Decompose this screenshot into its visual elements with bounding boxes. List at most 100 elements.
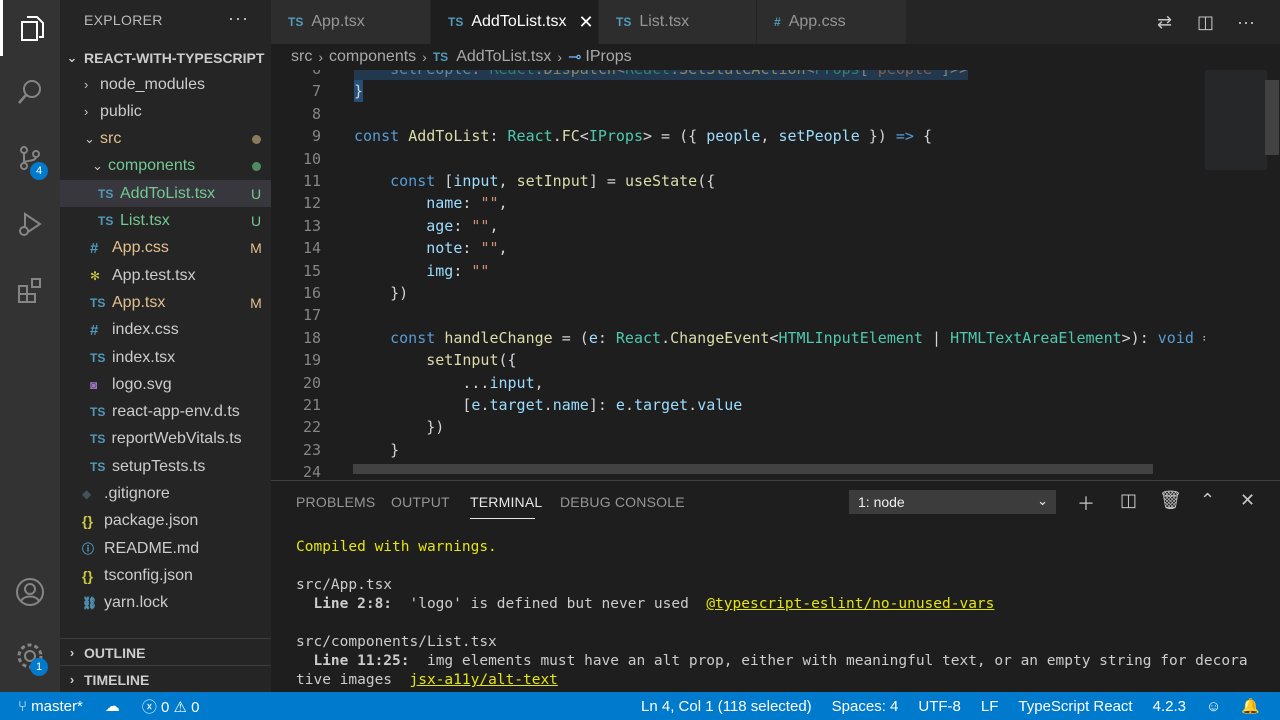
- search-icon[interactable]: [0, 64, 60, 120]
- tree-item-readme-md[interactable]: ⓘ README.md: [60, 535, 271, 562]
- code-line[interactable]: 8: [271, 103, 1205, 125]
- tab-addtolist-tsx[interactable]: TS AddToList.tsx ✕: [431, 0, 599, 44]
- terminal-select[interactable]: 1: node ⌄: [849, 490, 1056, 514]
- split-terminal-icon[interactable]: ◫: [1120, 490, 1137, 511]
- code-line[interactable]: 23 }: [271, 439, 1205, 461]
- tree-item-src[interactable]: ⌄ src: [60, 126, 271, 153]
- close-icon[interactable]: ✕: [579, 12, 594, 33]
- open-changes-icon[interactable]: ⇄: [1157, 12, 1172, 33]
- tab-terminal[interactable]: TERMINAL: [470, 494, 542, 510]
- tree-item-label: index.tsx: [112, 348, 176, 366]
- breadcrumb-item[interactable]: IProps: [585, 48, 631, 66]
- new-terminal-icon[interactable]: ＋: [1077, 490, 1095, 516]
- end-of-line[interactable]: LF: [981, 698, 999, 715]
- ts-file-icon: TS: [90, 405, 106, 420]
- code-line[interactable]: 15 img: "": [271, 260, 1205, 282]
- cursor-position[interactable]: Ln 4, Col 1 (118 selected): [641, 698, 812, 715]
- language-mode[interactable]: TypeScript React: [1018, 698, 1132, 715]
- code-line[interactable]: 18 const handleChange = (e: React.Change…: [271, 327, 1205, 349]
- code-line[interactable]: 20 ...input,: [271, 372, 1205, 394]
- settings-gear-icon[interactable]: 1: [0, 628, 60, 684]
- timeline-section[interactable]: › TIMELINE: [60, 665, 271, 693]
- breadcrumb-item[interactable]: src: [291, 48, 312, 66]
- eslint-rule-link[interactable]: @typescript-eslint/no-unused-vars: [706, 596, 994, 612]
- tree-item-yarn-lock[interactable]: ⛓ yarn.lock: [60, 590, 271, 617]
- tree-item-label: package.json: [104, 512, 199, 530]
- ts-version[interactable]: 4.2.3: [1153, 698, 1186, 715]
- indentation[interactable]: Spaces: 4: [832, 698, 899, 715]
- encoding[interactable]: UTF-8: [918, 698, 961, 715]
- trash-icon[interactable]: 🗑: [1159, 490, 1182, 511]
- feedback-icon[interactable]: ☺: [1206, 698, 1221, 715]
- code-line[interactable]: 13 age: "",: [271, 215, 1205, 237]
- tab-app-tsx[interactable]: TS App.tsx: [271, 0, 431, 44]
- more-actions-icon[interactable]: ···: [228, 8, 249, 29]
- terminal-line: Compiled with warnings.: [296, 538, 497, 557]
- tab-debug-console[interactable]: DEBUG CONSOLE: [560, 494, 685, 510]
- code-line[interactable]: 16 }): [271, 282, 1205, 304]
- outline-section[interactable]: › OUTLINE: [60, 638, 271, 666]
- tree-item-package-json[interactable]: {} package.json: [60, 508, 271, 535]
- horizontal-scrollbar[interactable]: [353, 464, 1153, 474]
- code-line[interactable]: 19 setInput({: [271, 349, 1205, 371]
- workspace-root[interactable]: ⌄ REACT-WITH-TYPESCRIPT: [60, 44, 271, 71]
- tree-item-app-tsx[interactable]: TS App.tsx M: [60, 289, 271, 316]
- tree-item-setuptests-ts[interactable]: TS setupTests.ts: [60, 453, 271, 480]
- tree-item-react-app-env-d-ts[interactable]: TS react-app-env.d.ts: [60, 399, 271, 426]
- code-line[interactable]: 11 const [input, setInput] = useState({: [271, 170, 1205, 192]
- notifications-bell-icon[interactable]: 🔔: [1241, 697, 1260, 715]
- close-panel-icon[interactable]: ✕: [1240, 490, 1255, 511]
- code-line[interactable]: 21 [e.target.name]: e.target.value: [271, 394, 1205, 416]
- tree-item-tsconfig-json[interactable]: {} tsconfig.json: [60, 562, 271, 589]
- extensions-icon[interactable]: [0, 262, 60, 318]
- tree-item-index-tsx[interactable]: TS index.tsx: [60, 344, 271, 371]
- tab-problems[interactable]: PROBLEMS: [296, 494, 375, 510]
- tab-list-tsx[interactable]: TS List.tsx: [599, 0, 757, 44]
- code-line[interactable]: 17: [271, 304, 1205, 326]
- status-bar: ⑂ master* ☁ ⓧ 0 ⚠ 0 Ln 4, Col 1 (118 sel…: [0, 692, 1280, 720]
- code-editor[interactable]: 6 setPeople: React.Dispatch<React.SetSta…: [271, 70, 1205, 480]
- run-debug-icon[interactable]: [0, 196, 60, 252]
- maximize-panel-icon[interactable]: ⌃: [1200, 490, 1215, 511]
- tree-item-addtolist-tsx[interactable]: TS AddToList.tsx U: [60, 180, 271, 208]
- tree-item-label: AddToList.tsx: [120, 184, 216, 202]
- tab-app-css[interactable]: # App.css: [757, 0, 907, 44]
- source-control-icon[interactable]: 4: [0, 130, 60, 186]
- tree-item-app-css[interactable]: # App.css M: [60, 235, 271, 262]
- code-line[interactable]: 9 const AddToList: React.FC<IProps> = ({ …: [271, 125, 1205, 147]
- more-actions-icon[interactable]: ···: [1237, 12, 1255, 33]
- tree-item-logo-svg[interactable]: ◙ logo.svg: [60, 371, 271, 398]
- vertical-scrollbar[interactable]: [1265, 80, 1279, 155]
- terminal-line: src/components/List.tsx: [296, 633, 497, 652]
- code-line[interactable]: 22 }): [271, 416, 1205, 438]
- minimap-slider[interactable]: [1205, 70, 1267, 170]
- code-line[interactable]: 14 note: "",: [271, 237, 1205, 259]
- split-editor-icon[interactable]: ◫: [1197, 12, 1214, 33]
- tree-item-reportwebvitals-ts[interactable]: TS reportWebVitals.ts: [60, 426, 271, 453]
- tab-output[interactable]: OUTPUT: [391, 494, 450, 510]
- tree-item-public[interactable]: › public: [60, 98, 271, 125]
- account-icon[interactable]: [0, 564, 60, 620]
- tree-item-list-tsx[interactable]: TS List.tsx U: [60, 208, 271, 235]
- git-status: M: [250, 240, 262, 257]
- tree-item-node-modules[interactable]: › node_modules: [60, 71, 271, 98]
- minimap[interactable]: [1205, 70, 1280, 480]
- tree-item-app-test-tsx[interactable]: ✻ App.test.tsx: [60, 262, 271, 289]
- tree-item-components[interactable]: ⌄ components: [60, 153, 271, 180]
- breadcrumb-item[interactable]: components: [329, 48, 416, 66]
- problems-indicator[interactable]: ⓧ 0 ⚠ 0: [142, 696, 200, 717]
- code-text: const [input, setInput] = useState({: [390, 172, 716, 190]
- explorer-title: EXPLORER: [84, 12, 163, 28]
- code-line[interactable]: 12 name: "",: [271, 192, 1205, 214]
- breadcrumb-item[interactable]: AddToList.tsx: [456, 48, 551, 66]
- tree-item--gitignore[interactable]: ◆ .gitignore: [60, 481, 271, 508]
- branch-indicator[interactable]: ⑂ master*: [18, 698, 83, 715]
- code-line[interactable]: 7}: [271, 80, 1205, 103]
- code-line[interactable]: 6 setPeople: React.Dispatch<React.SetSta…: [271, 70, 1205, 80]
- tree-item-label: src: [100, 130, 122, 148]
- sync-icon[interactable]: ☁: [105, 697, 120, 715]
- tree-item-index-css[interactable]: # index.css: [60, 317, 271, 344]
- eslint-rule-link[interactable]: jsx-a11y/alt-text: [410, 672, 558, 688]
- code-line[interactable]: 10: [271, 148, 1205, 170]
- explorer-icon[interactable]: [0, 0, 60, 56]
